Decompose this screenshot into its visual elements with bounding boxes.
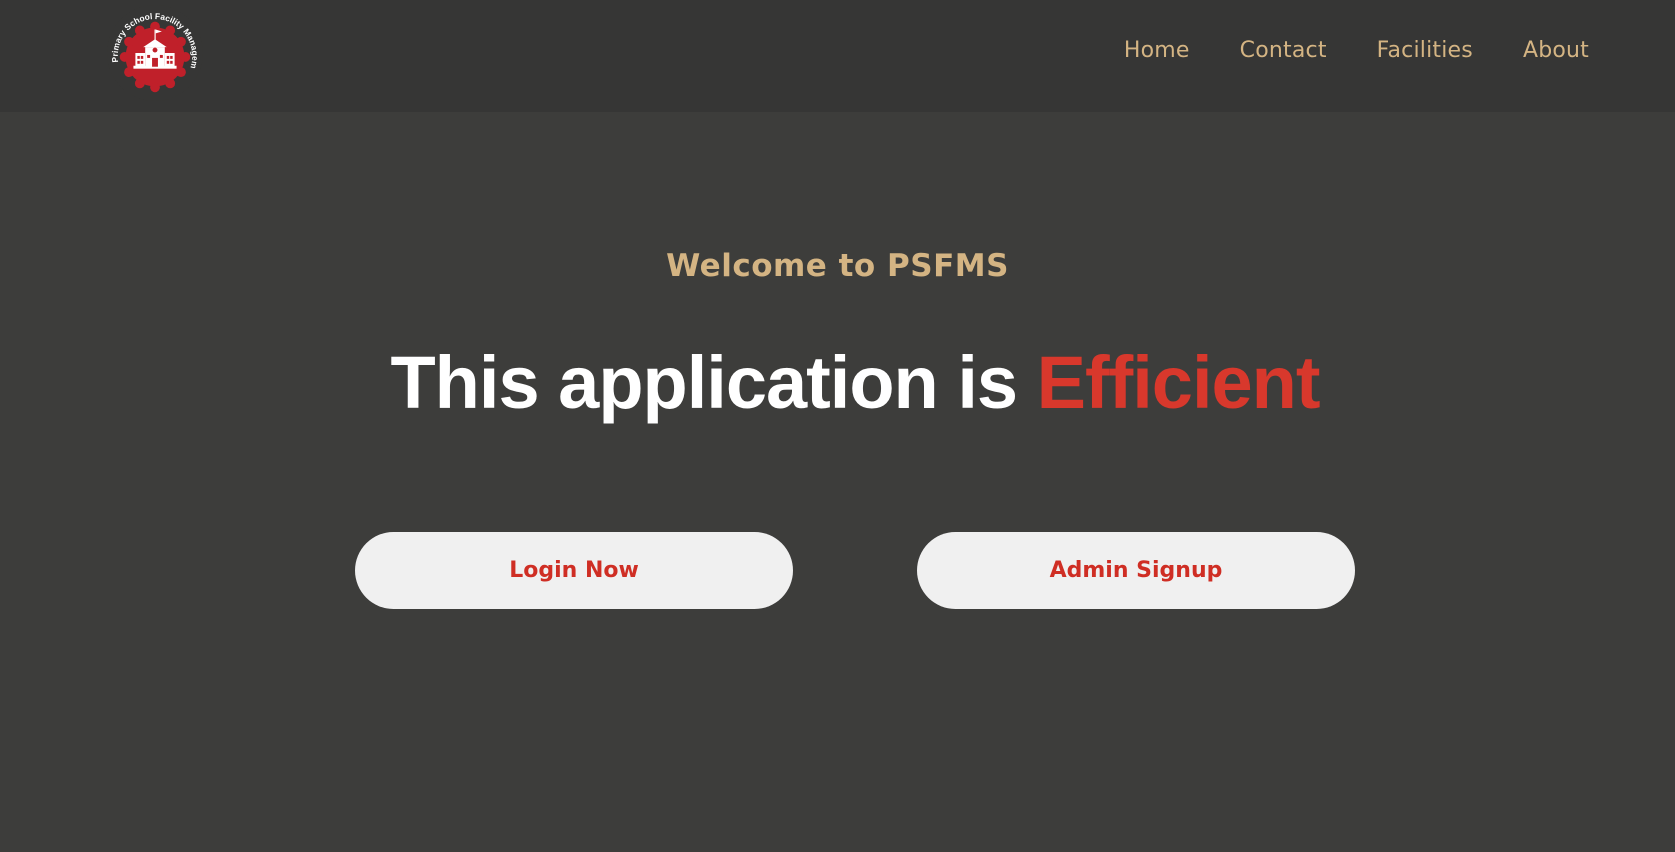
nav-link-home[interactable]: Home (1124, 38, 1190, 63)
nav-link-facilities[interactable]: Facilities (1377, 38, 1473, 63)
nav-link-about[interactable]: About (1523, 38, 1589, 63)
headline-accent-word: Efficient (1036, 341, 1321, 424)
headline-prefix: This application is (390, 341, 1037, 424)
school-logo-icon[interactable]: Primary School Facility Management Syste… (106, 4, 204, 102)
nav-link-contact[interactable]: Contact (1240, 38, 1327, 63)
welcome-text: Welcome to PSFMS (666, 248, 1009, 284)
login-now-button[interactable]: Login Now (355, 532, 793, 609)
main-nav: Home Contact Facilities About (1124, 38, 1589, 63)
navbar: Primary School Facility Management Syste… (0, 0, 1675, 112)
hero-headline: This application is Efficient (0, 340, 1675, 425)
admin-signup-button[interactable]: Admin Signup (917, 532, 1355, 609)
